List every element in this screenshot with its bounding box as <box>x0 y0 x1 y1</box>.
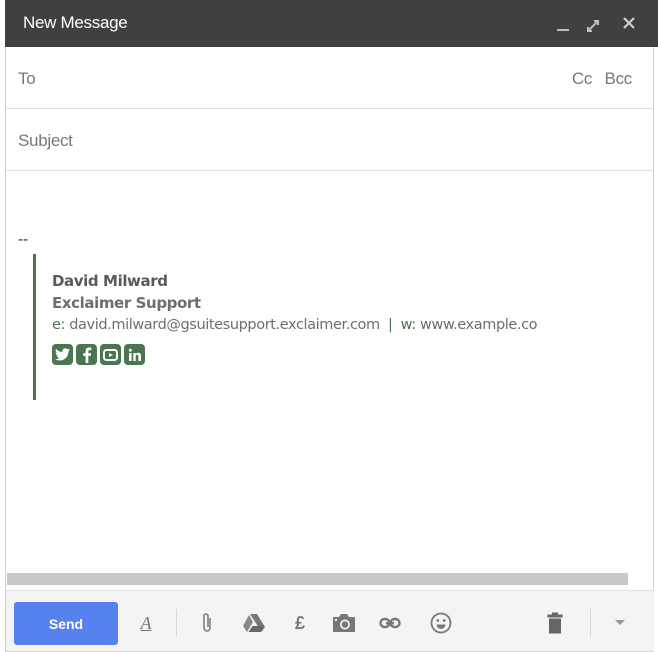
cc-link[interactable]: Cc <box>572 69 592 88</box>
formatting-icon[interactable]: A <box>132 609 160 637</box>
more-options-icon[interactable] <box>606 609 634 637</box>
subject-field[interactable]: Subject <box>6 109 654 171</box>
signature-separator: -- <box>18 232 29 248</box>
youtube-icon[interactable] <box>100 344 121 365</box>
horizontal-scrollbar[interactable] <box>7 573 628 585</box>
contact-divider: | <box>387 317 393 333</box>
signature-company: Exclaimer Support <box>52 294 201 312</box>
facebook-icon[interactable] <box>76 344 97 365</box>
minimize-icon[interactable] <box>553 10 573 36</box>
signature-email[interactable]: david.milward@gsuitesupport.exclaimer.co… <box>69 317 380 333</box>
subject-label: Subject <box>18 131 73 150</box>
web-key: w: <box>400 317 417 333</box>
drive-icon[interactable] <box>240 609 268 637</box>
close-icon[interactable] <box>619 10 639 36</box>
to-label: To <box>18 69 36 88</box>
compose-window: New Message To Cc Bcc Subject -- David M… <box>0 0 658 652</box>
photo-icon[interactable] <box>330 609 358 637</box>
to-field[interactable]: To Cc Bcc <box>6 47 654 109</box>
signature-contact: e: david.milward@gsuitesupport.exclaimer… <box>52 314 654 336</box>
window-title: New Message <box>23 13 128 32</box>
title-bar: New Message <box>5 0 658 47</box>
compose-toolbar: Send A £ <box>6 590 654 652</box>
social-icons <box>52 344 654 365</box>
attach-icon[interactable] <box>193 609 221 637</box>
expand-icon[interactable] <box>583 10 603 36</box>
cc-bcc-links: Cc Bcc <box>564 69 632 89</box>
money-icon[interactable]: £ <box>286 609 314 637</box>
linkedin-icon[interactable] <box>124 344 145 365</box>
bcc-link[interactable]: Bcc <box>605 69 633 88</box>
message-body[interactable]: -- David Milward Exclaimer Support e: da… <box>6 172 654 567</box>
send-button[interactable]: Send <box>14 602 118 645</box>
email-key: e: <box>52 317 66 333</box>
toolbar-divider <box>590 609 591 637</box>
twitter-icon[interactable] <box>52 344 73 365</box>
signature-name: David Milward <box>52 272 168 290</box>
toolbar-divider <box>176 609 177 637</box>
emoji-icon[interactable] <box>427 609 455 637</box>
email-signature: David Milward Exclaimer Support e: david… <box>33 254 654 400</box>
signature-website[interactable]: www.example.co <box>420 317 538 333</box>
trash-icon[interactable] <box>541 609 569 637</box>
link-icon[interactable] <box>376 609 404 637</box>
